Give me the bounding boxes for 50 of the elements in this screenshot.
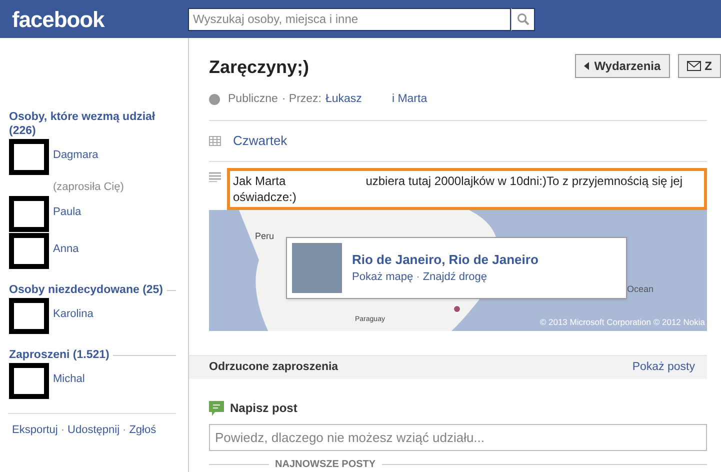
person-name[interactable]: Paula <box>53 204 82 220</box>
avatar-placeholder <box>9 196 49 232</box>
host-link[interactable]: Łukasz <box>326 91 362 108</box>
avatar-placeholder <box>9 233 49 269</box>
by-label: · Przez: <box>282 92 322 107</box>
lines-icon <box>209 172 221 182</box>
avatar-placeholder <box>9 139 49 175</box>
map-copyright: © 2013 Microsoft Corporation © 2012 Nokia <box>540 316 705 329</box>
search-button[interactable] <box>511 8 535 30</box>
photo-placeholder <box>292 242 342 293</box>
section-heading: Osoby niezdecydowane (25) <box>9 283 164 297</box>
header-button[interactable]: Z <box>678 54 721 78</box>
separator-dot: · <box>416 270 420 286</box>
post-input[interactable]: Powiedz, dlaczego nie możesz wziąć udziału... <box>209 424 707 451</box>
show-posts-link[interactable]: Pokaż posty <box>632 358 695 376</box>
posts-divider-label: NAJNOWSZE POSTY <box>274 458 377 472</box>
composer-title: Napisz post <box>230 400 298 418</box>
host-link[interactable]: i Marta <box>392 91 428 108</box>
avatar-placeholder <box>9 298 49 334</box>
person-name[interactable]: Michal <box>53 371 85 388</box>
person-name[interactable]: Anna <box>53 241 79 258</box>
calendar-icon <box>209 136 221 146</box>
section-heading: Zaproszeni (1.521) <box>9 348 110 362</box>
search-field[interactable]: Wyszukaj osoby, miejsca i inne <box>188 8 511 30</box>
footer-link[interactable]: Udostępnij <box>68 422 120 438</box>
avatar-placeholder <box>9 363 49 399</box>
separator-dot: · <box>122 423 126 438</box>
event-title: Zaręczyny;) <box>209 56 310 79</box>
event-date[interactable]: Czwartek <box>233 131 288 151</box>
place-name[interactable]: Rio de Janeiro, Rio de Janeiro <box>352 250 538 270</box>
privacy-label: Publiczne <box>228 92 278 107</box>
person-name[interactable]: Karolina <box>53 306 94 322</box>
footer-link[interactable]: Eksportuj <box>12 422 58 438</box>
logo[interactable]: facebook <box>12 6 104 32</box>
invite-note: (zaprosiła Cię) <box>53 180 124 194</box>
search-icon <box>517 13 529 25</box>
caret-left-icon <box>584 62 590 70</box>
person-name[interactable]: Dagmara <box>53 147 124 164</box>
event-description: Jak Marta uzbiera tutaj 2000lajków w 10dni:)To z przyjemnością się jej oświadcze:) <box>227 168 707 210</box>
speech-bubble-icon <box>209 400 224 416</box>
envelope-icon <box>686 61 701 71</box>
map-label: Peru <box>255 230 274 243</box>
section-heading: Osoby, które wezmą udział (226) <box>9 110 156 138</box>
map-link[interactable]: Pokaż mapę <box>352 269 414 286</box>
declined-title: Odrzucone zaproszenia <box>209 360 338 375</box>
separator-dot: · <box>60 423 65 438</box>
map-link[interactable]: Znajdź drogę <box>422 269 488 286</box>
footer-link[interactable]: Zgłoś <box>129 422 156 438</box>
header-button[interactable]: Wydarzenia <box>575 54 670 78</box>
map-label: Ocean <box>627 282 654 296</box>
